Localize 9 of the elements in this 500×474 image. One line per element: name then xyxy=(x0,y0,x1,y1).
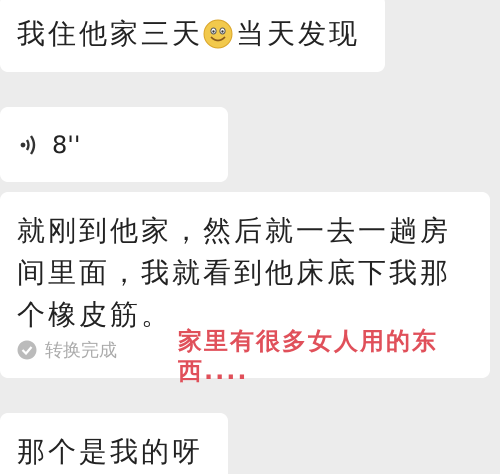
annotation-text: 家里有很多女人用的东西.... xyxy=(178,326,439,386)
voice-duration: 8'' xyxy=(52,130,80,158)
message-text: 那个是我的呀 xyxy=(17,434,203,470)
voice-icon xyxy=(20,132,38,156)
status-label: 转换完成 xyxy=(45,339,117,362)
message-text: 我住他家三天 xyxy=(17,16,203,52)
check-circle-icon xyxy=(17,340,37,360)
smile-emoji-icon xyxy=(203,19,233,49)
message-text: 当天发现 xyxy=(236,16,360,52)
